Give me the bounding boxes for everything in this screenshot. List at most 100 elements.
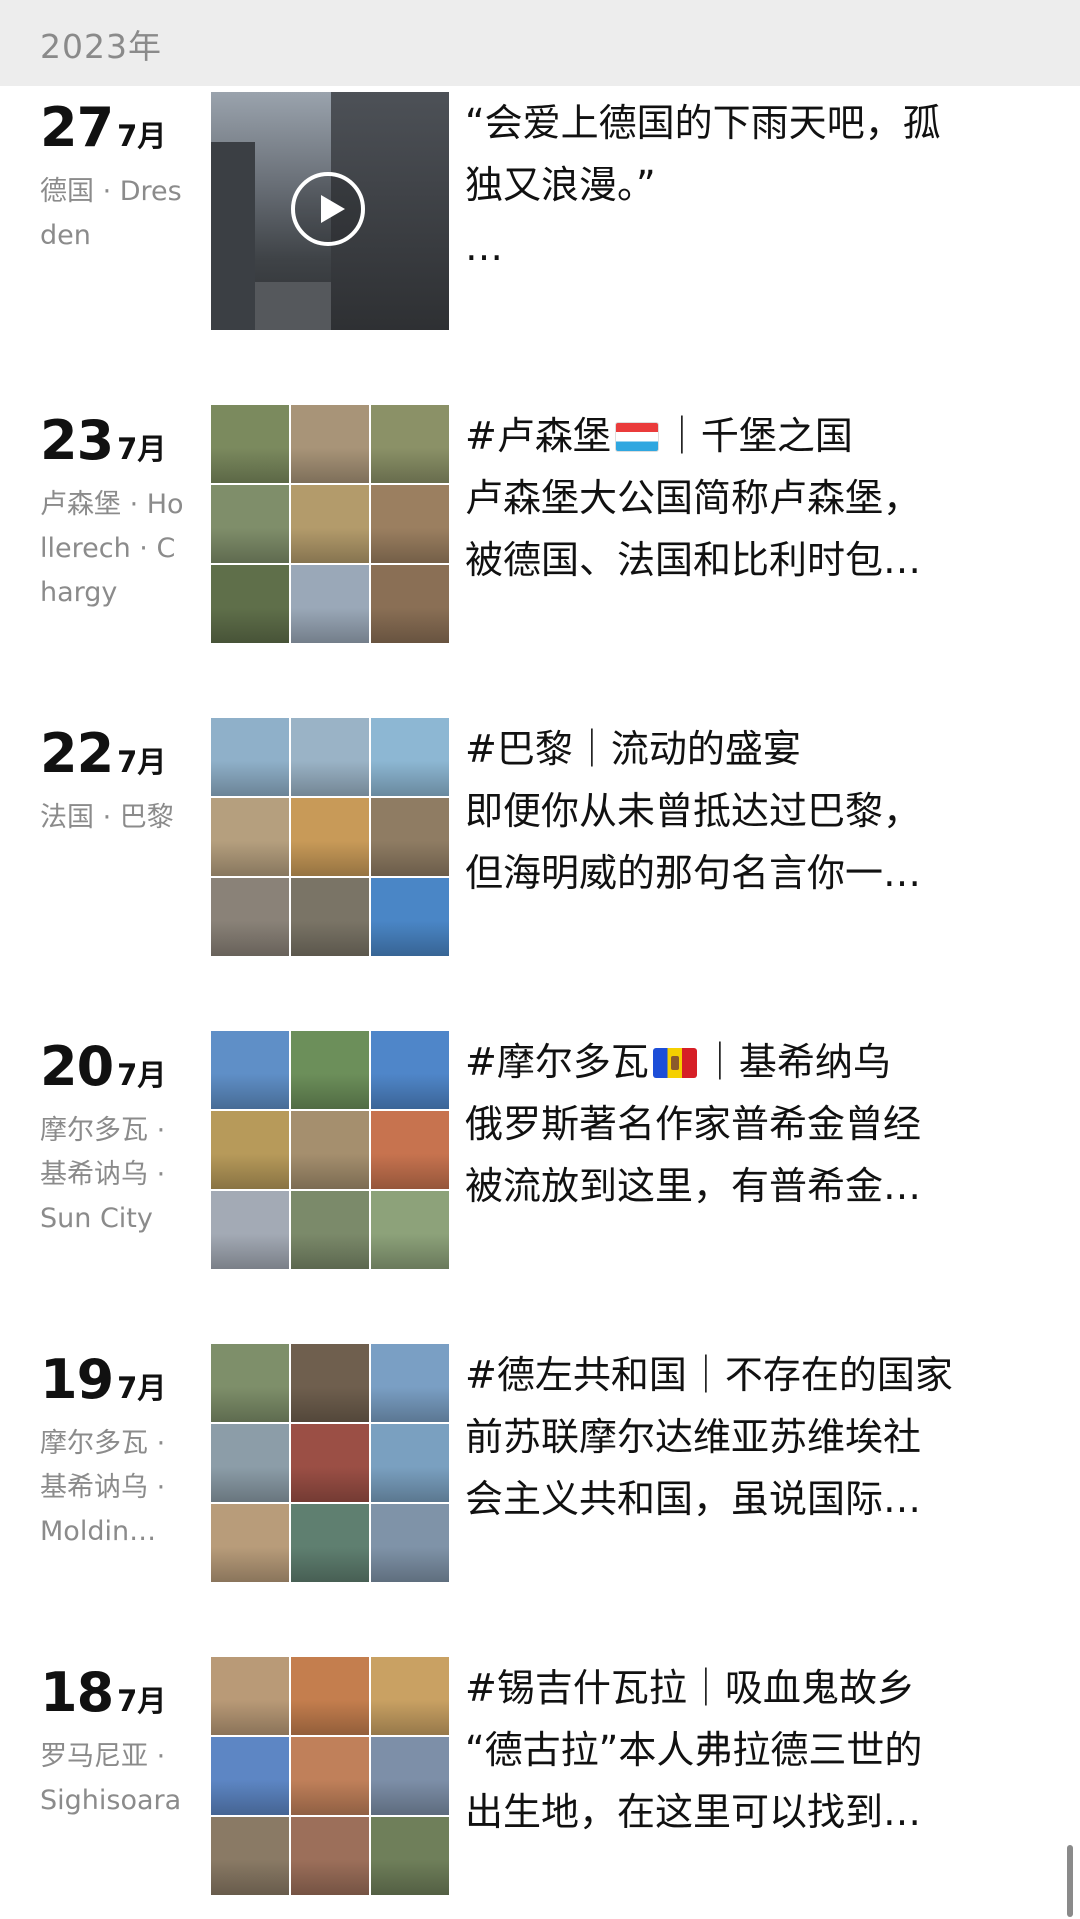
photo-tile[interactable] — [291, 1111, 369, 1189]
post-day: 22 — [40, 722, 114, 785]
post-text-line: “会爱上德国的下雨天吧，孤 — [465, 101, 941, 145]
photo-tile[interactable] — [291, 1031, 369, 1109]
post-month: 7月 — [117, 745, 167, 779]
post-date: 18 7月 — [40, 1661, 166, 1724]
photo-tile[interactable] — [291, 718, 369, 796]
post-text-line: “德古拉”本人弗拉德三世的 — [465, 1728, 923, 1772]
photo-tile[interactable] — [211, 1344, 289, 1422]
photo-tile[interactable] — [371, 1191, 449, 1269]
scrollbar[interactable] — [1067, 1845, 1073, 1917]
photo-tile[interactable] — [371, 1111, 449, 1189]
post-item[interactable]: 19 7月 摩尔多瓦 · 基希讷乌 · Moldin… #德左共和国｜不存在的国家… — [0, 1344, 1080, 1584]
post-text-line: 前苏联摩尔达维亚苏维埃社 — [465, 1415, 922, 1459]
post-month: 7月 — [117, 119, 167, 153]
photo-tile[interactable] — [371, 1504, 449, 1582]
photo-tile[interactable] — [291, 798, 369, 876]
year-header: 2023年 — [0, 0, 1080, 86]
post-text-line: #摩尔多瓦 ｜基希纳乌 — [465, 1031, 1025, 1093]
play-icon[interactable] — [291, 172, 365, 246]
video-thumbnail[interactable] — [211, 92, 449, 330]
photo-tile[interactable] — [371, 1657, 449, 1735]
post-location: 摩尔多瓦 · 基希讷乌 · Moldin… — [40, 1428, 166, 1547]
photo-tile[interactable] — [371, 1031, 449, 1109]
photo-tile[interactable] — [291, 485, 369, 563]
post-text-line: 被流放到这里，有普希金… — [465, 1164, 922, 1208]
photo-tile[interactable] — [211, 1111, 289, 1189]
year-label: 2023年 — [40, 27, 162, 66]
photo-tile[interactable] — [291, 1657, 369, 1735]
photo-tile[interactable] — [371, 405, 449, 483]
post-text-line: #锡吉什瓦拉｜吸血鬼故乡 — [465, 1666, 915, 1710]
photo-tile[interactable] — [371, 1817, 449, 1895]
photo-tile[interactable] — [371, 718, 449, 796]
building-left — [211, 142, 255, 330]
photo-tile[interactable] — [211, 405, 289, 483]
photo-tile[interactable] — [211, 1504, 289, 1582]
photo-tile[interactable] — [291, 1191, 369, 1269]
post-text: “会爱上德国的下雨天吧，孤 独又浪漫。” … — [465, 92, 1025, 278]
post-text-line: 会主义共和国，虽说国际… — [465, 1477, 922, 1521]
post-location: 法国 · 巴黎 — [40, 802, 174, 833]
post-location: 摩尔多瓦 · 基希讷乌 · Sun City — [40, 1115, 166, 1234]
photo-tile[interactable] — [291, 1737, 369, 1815]
photo-grid[interactable] — [211, 718, 449, 956]
photo-grid[interactable] — [211, 405, 449, 643]
post-text: #锡吉什瓦拉｜吸血鬼故乡 “德古拉”本人弗拉德三世的 出生地，在这里可以找到… — [465, 1657, 1025, 1843]
post-date: 27 7月 — [40, 96, 166, 159]
photo-tile[interactable] — [291, 1817, 369, 1895]
post-item[interactable]: 18 7月 罗马尼亚 · Sighisoara #锡吉什瓦拉｜吸血鬼故乡 “德古拉… — [0, 1657, 1080, 1897]
photo-grid[interactable] — [211, 1344, 449, 1582]
post-date: 19 7月 — [40, 1348, 166, 1411]
post-hashtag: #卢森堡 — [465, 414, 611, 458]
post-text-line: 卢森堡大公国简称卢森堡， — [465, 476, 922, 520]
photo-tile[interactable] — [371, 1344, 449, 1422]
post-item[interactable]: 22 7月 法国 · 巴黎 #巴黎｜流动的盛宴 即便你从未曾抵达过巴黎， 但海明威… — [0, 718, 1080, 958]
post-item[interactable]: 20 7月 摩尔多瓦 · 基希讷乌 · Sun City #摩尔多瓦 ｜基希纳乌 俄… — [0, 1031, 1080, 1271]
photo-tile[interactable] — [211, 565, 289, 643]
photo-tile[interactable] — [291, 1424, 369, 1502]
photo-tile[interactable] — [211, 1657, 289, 1735]
post-day: 19 — [40, 1348, 114, 1411]
post-item[interactable]: 27 7月 德国 · Dresden “会爱上德国的下雨天吧，孤 独又浪漫。” … — [0, 92, 1080, 332]
photo-tile[interactable] — [371, 565, 449, 643]
post-item[interactable]: 23 7月 卢森堡 · Hollerech · Chargy #卢森堡 ｜千堡之国 … — [0, 405, 1080, 645]
photo-tile[interactable] — [291, 1504, 369, 1582]
post-day: 27 — [40, 96, 114, 159]
photo-tile[interactable] — [211, 718, 289, 796]
photo-tile[interactable] — [291, 405, 369, 483]
post-text: #摩尔多瓦 ｜基希纳乌 俄罗斯著名作家普希金曾经 被流放到这里，有普希金… — [465, 1031, 1025, 1217]
photo-tile[interactable] — [211, 485, 289, 563]
photo-tile[interactable] — [291, 565, 369, 643]
photo-grid[interactable] — [211, 1657, 449, 1895]
post-text-line: #德左共和国｜不存在的国家 — [465, 1353, 953, 1397]
photo-tile[interactable] — [371, 1424, 449, 1502]
photo-tile[interactable] — [211, 1737, 289, 1815]
post-location: 罗马尼亚 · Sighisoara — [40, 1741, 182, 1816]
post-month: 7月 — [117, 432, 167, 466]
luxembourg-flag-icon — [614, 422, 659, 452]
moldova-flag-icon — [652, 1048, 697, 1078]
photo-tile[interactable] — [291, 878, 369, 956]
post-text-line: 独又浪漫。” — [465, 163, 656, 207]
photo-tile[interactable] — [371, 878, 449, 956]
photo-tile[interactable] — [371, 485, 449, 563]
photo-tile[interactable] — [371, 1737, 449, 1815]
post-text-line: #巴黎｜流动的盛宴 — [465, 727, 801, 771]
photo-tile[interactable] — [211, 798, 289, 876]
post-text-line: … — [465, 225, 503, 269]
photo-tile[interactable] — [211, 1031, 289, 1109]
photo-tile[interactable] — [211, 878, 289, 956]
post-day: 23 — [40, 409, 114, 472]
post-text: #德左共和国｜不存在的国家 前苏联摩尔达维亚苏维埃社 会主义共和国，虽说国际… — [465, 1344, 1025, 1530]
post-text-line: 俄罗斯著名作家普希金曾经 — [465, 1102, 922, 1146]
post-text-line: 被德国、法国和比利时包… — [465, 538, 922, 582]
post-text-line: 即便你从未曾抵达过巴黎， — [465, 789, 922, 833]
photo-tile[interactable] — [211, 1191, 289, 1269]
post-text: #巴黎｜流动的盛宴 即便你从未曾抵达过巴黎， 但海明威的那句名言你一… — [465, 718, 1025, 904]
post-hashtag: #摩尔多瓦 — [465, 1040, 649, 1084]
photo-tile[interactable] — [211, 1424, 289, 1502]
photo-grid[interactable] — [211, 1031, 449, 1269]
photo-tile[interactable] — [371, 798, 449, 876]
photo-tile[interactable] — [211, 1817, 289, 1895]
photo-tile[interactable] — [291, 1344, 369, 1422]
